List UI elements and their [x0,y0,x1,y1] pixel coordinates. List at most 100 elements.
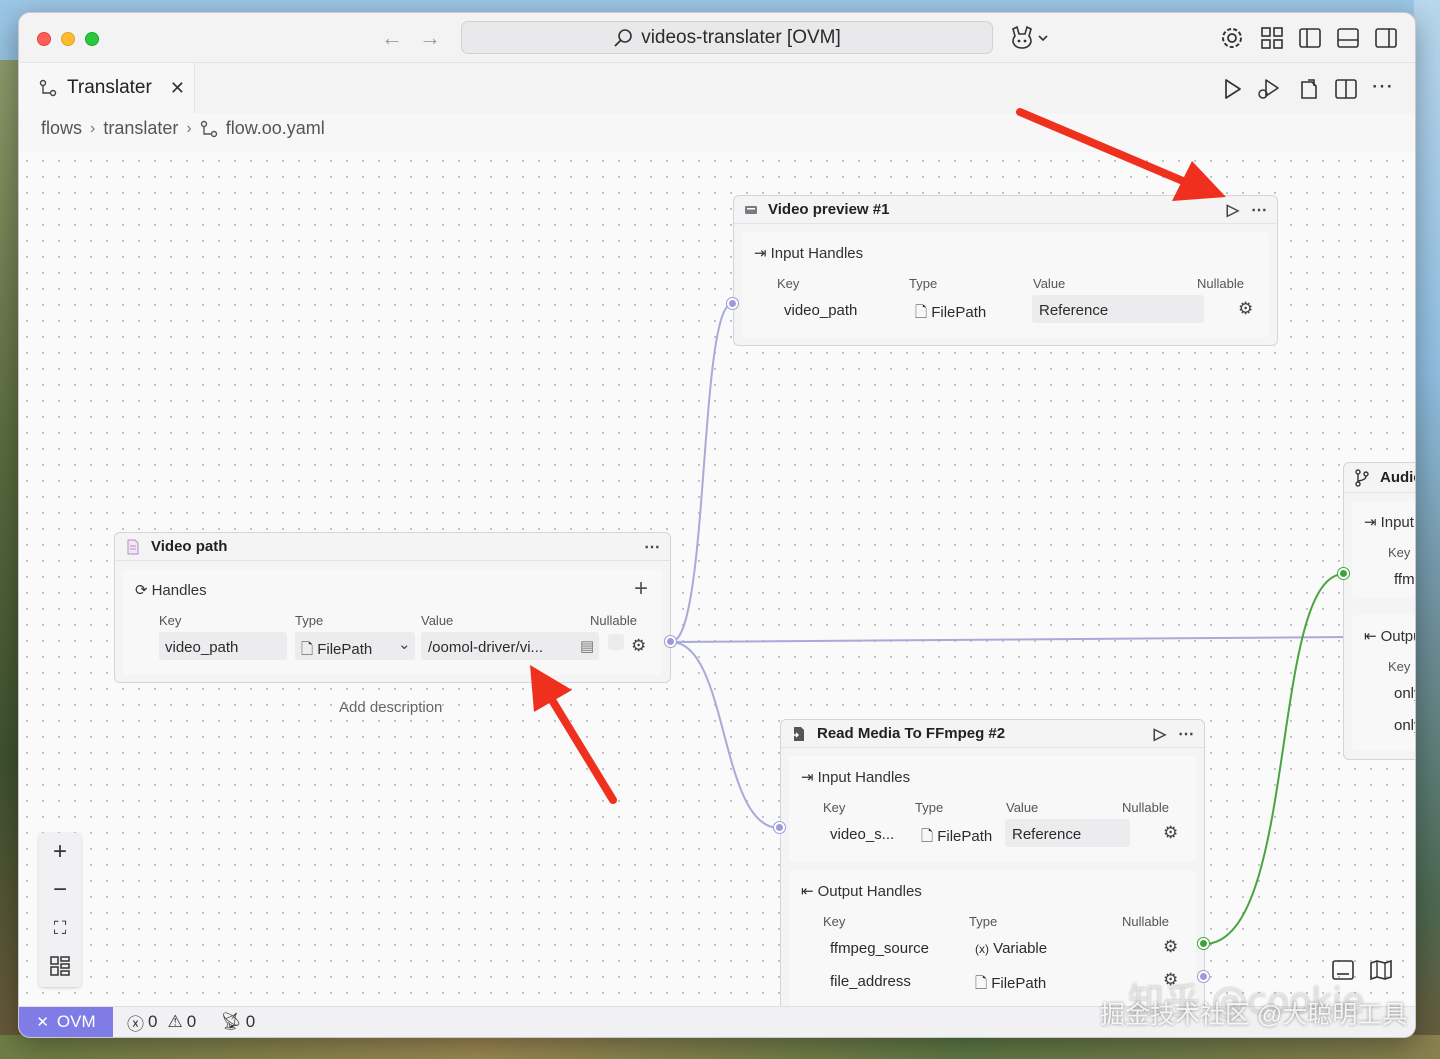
output-key: only [1394,717,1415,734]
error-count: 0 [148,1012,158,1031]
run-node-icon[interactable]: ▷ [1154,724,1166,744]
flow-icon [200,120,217,137]
col-key: Key [823,914,846,929]
handle-type: 🗋 FilePath [301,639,372,664]
file-icon: 🗋 [301,641,314,658]
tab-translater[interactable]: Translater ✕ [19,63,195,113]
zoom-in-icon[interactable]: + [39,833,81,871]
open-source-file-icon[interactable] [1296,76,1322,102]
section-title: ⇤Outpu [1364,627,1415,646]
broadcast-icon: 📡︎ [220,1012,242,1031]
zoom-out-icon[interactable]: − [39,871,81,909]
minimap-icon[interactable] [1369,959,1393,981]
col-key: Key [1388,659,1411,674]
section-title: ⇤ Output Handles [801,882,922,901]
handle-settings-icon[interactable]: ⚙ [1163,823,1178,843]
output-handle-icon: ⇤ [801,883,814,900]
add-description[interactable]: Add description [339,699,442,716]
close-window-button[interactable] [37,32,51,46]
run-node-icon[interactable]: ▷ [1227,200,1239,220]
input-handle-icon: ⇥ [1364,514,1377,531]
split-editor-icon[interactable] [1333,76,1359,102]
handle-settings-icon[interactable]: ⚙ [631,636,646,656]
customize-layout-icon[interactable] [1259,25,1285,51]
handle-type: 🗋 FilePath [921,826,992,851]
warning-icon: ⚠ [167,1012,183,1031]
ports-indicator[interactable]: 📡︎ 0 [220,1012,255,1032]
node-header: Read Media To FFmpeg #2 ▷ ⋯ [781,720,1204,748]
col-key: Key [777,276,800,291]
breadcrumb-flows[interactable]: flows [41,118,82,139]
node-title: Video path [151,538,228,555]
remote-indicator[interactable]: ✕ OVM [19,1006,113,1037]
col-key: Key [823,800,846,815]
maximize-window-button[interactable] [85,32,99,46]
run-flow-icon[interactable] [1219,76,1245,102]
command-center-search[interactable]: videos-translater [OVM] [461,21,993,54]
desktop-background-bottom [0,1035,1440,1059]
fit-view-icon[interactable]: ⛶ [39,909,81,947]
section-title: ⇥ Input Handles [754,244,863,263]
remote-icon: ✕ [36,1014,49,1031]
handle-settings-icon[interactable]: ⚙ [1238,299,1253,319]
add-handle-icon[interactable]: + [634,575,648,603]
back-arrow-icon[interactable]: ← [381,25,403,51]
section-title-label: Input [1380,513,1414,531]
settings-gear-icon[interactable] [1219,25,1245,51]
app-window: ← → videos-translater [OVM] Translater ✕… [18,12,1416,1038]
input-handle-dot[interactable] [727,298,738,309]
titlebar: ← → videos-translater [OVM] [19,13,1415,63]
node-more-icon[interactable]: ⋯ [1251,200,1267,220]
node-video-path[interactable]: Video path ⋯ ⟳ Handles + Key Type Value … [114,532,671,683]
variable-icon: (x) [975,942,989,956]
tab-label: Translater [67,77,152,98]
input-handle-dot[interactable] [774,822,785,833]
col-type: Type [295,613,324,628]
output-key: file_address [830,973,911,990]
flow-icon [39,79,57,97]
node-video-preview[interactable]: Video preview #1 ▷ ⋯ ⇥ Input Handles Key… [733,195,1278,346]
col-type: Type [915,800,944,815]
handle-type: 🗋 FilePath [915,302,986,327]
output-handle-dot[interactable] [665,636,676,647]
handle-key: ffm [1394,571,1415,588]
chevron-down-icon[interactable]: ⌄ [398,635,411,653]
toggle-secondary-sidebar-icon[interactable] [1373,25,1399,51]
file-picker-icon[interactable]: ▤ [580,637,594,655]
import-media-icon [792,726,804,741]
section-title: ⇥ Input [1364,513,1414,532]
nullable-checkbox[interactable] [608,634,624,650]
chevron-right-icon: › [90,119,96,137]
toggle-primary-sidebar-icon[interactable] [1297,25,1323,51]
section-title: ⟳ Handles [135,581,207,600]
problems-indicator[interactable]: ⓧ 0 ⚠ 0 [127,1010,196,1035]
forward-arrow-icon[interactable]: → [419,25,441,51]
layout-icon[interactable] [39,947,81,985]
breadcrumb-translater[interactable]: translater [103,118,178,139]
output-handle-icon: ⇤ [1364,628,1377,645]
more-actions-icon[interactable]: ⋯ [1371,75,1397,102]
run-with-params-icon[interactable] [1256,76,1282,102]
minimize-window-button[interactable] [61,32,75,46]
copilot-rabbit-icon[interactable] [1009,25,1051,51]
document-icon [127,539,139,554]
node-more-icon[interactable]: ⋯ [644,537,660,557]
output-handle-dot[interactable] [1198,938,1209,949]
col-nullable: Nullable [1122,800,1169,815]
node-audio-partial[interactable]: Audic ⇥Input Key ffm ⇤Outpu Key only onl… [1343,462,1415,760]
input-handle-icon: ⇥ [801,769,814,786]
input-handles-section: ⇥ Input Handles Key Type Value Nullable … [789,756,1196,862]
col-nullable: Nullable [590,613,637,628]
close-tab-icon[interactable]: ✕ [170,78,185,99]
node-header: Video preview #1 ▷ ⋯ [734,196,1277,224]
handle-settings-icon[interactable]: ⚙ [1163,937,1178,957]
node-more-icon[interactable]: ⋯ [1178,724,1194,744]
branch-icon [1355,468,1369,487]
handle-value: Reference [1012,826,1082,843]
col-type: Type [909,276,938,291]
breadcrumb-file[interactable]: flow.oo.yaml [226,118,325,139]
remote-label: OVM [56,1012,96,1031]
input-handle-dot[interactable] [1338,568,1349,579]
toggle-panel-icon[interactable] [1335,25,1361,51]
input-handles-section: ⇥ Input Handles Key Type Value Nullable … [742,232,1269,338]
